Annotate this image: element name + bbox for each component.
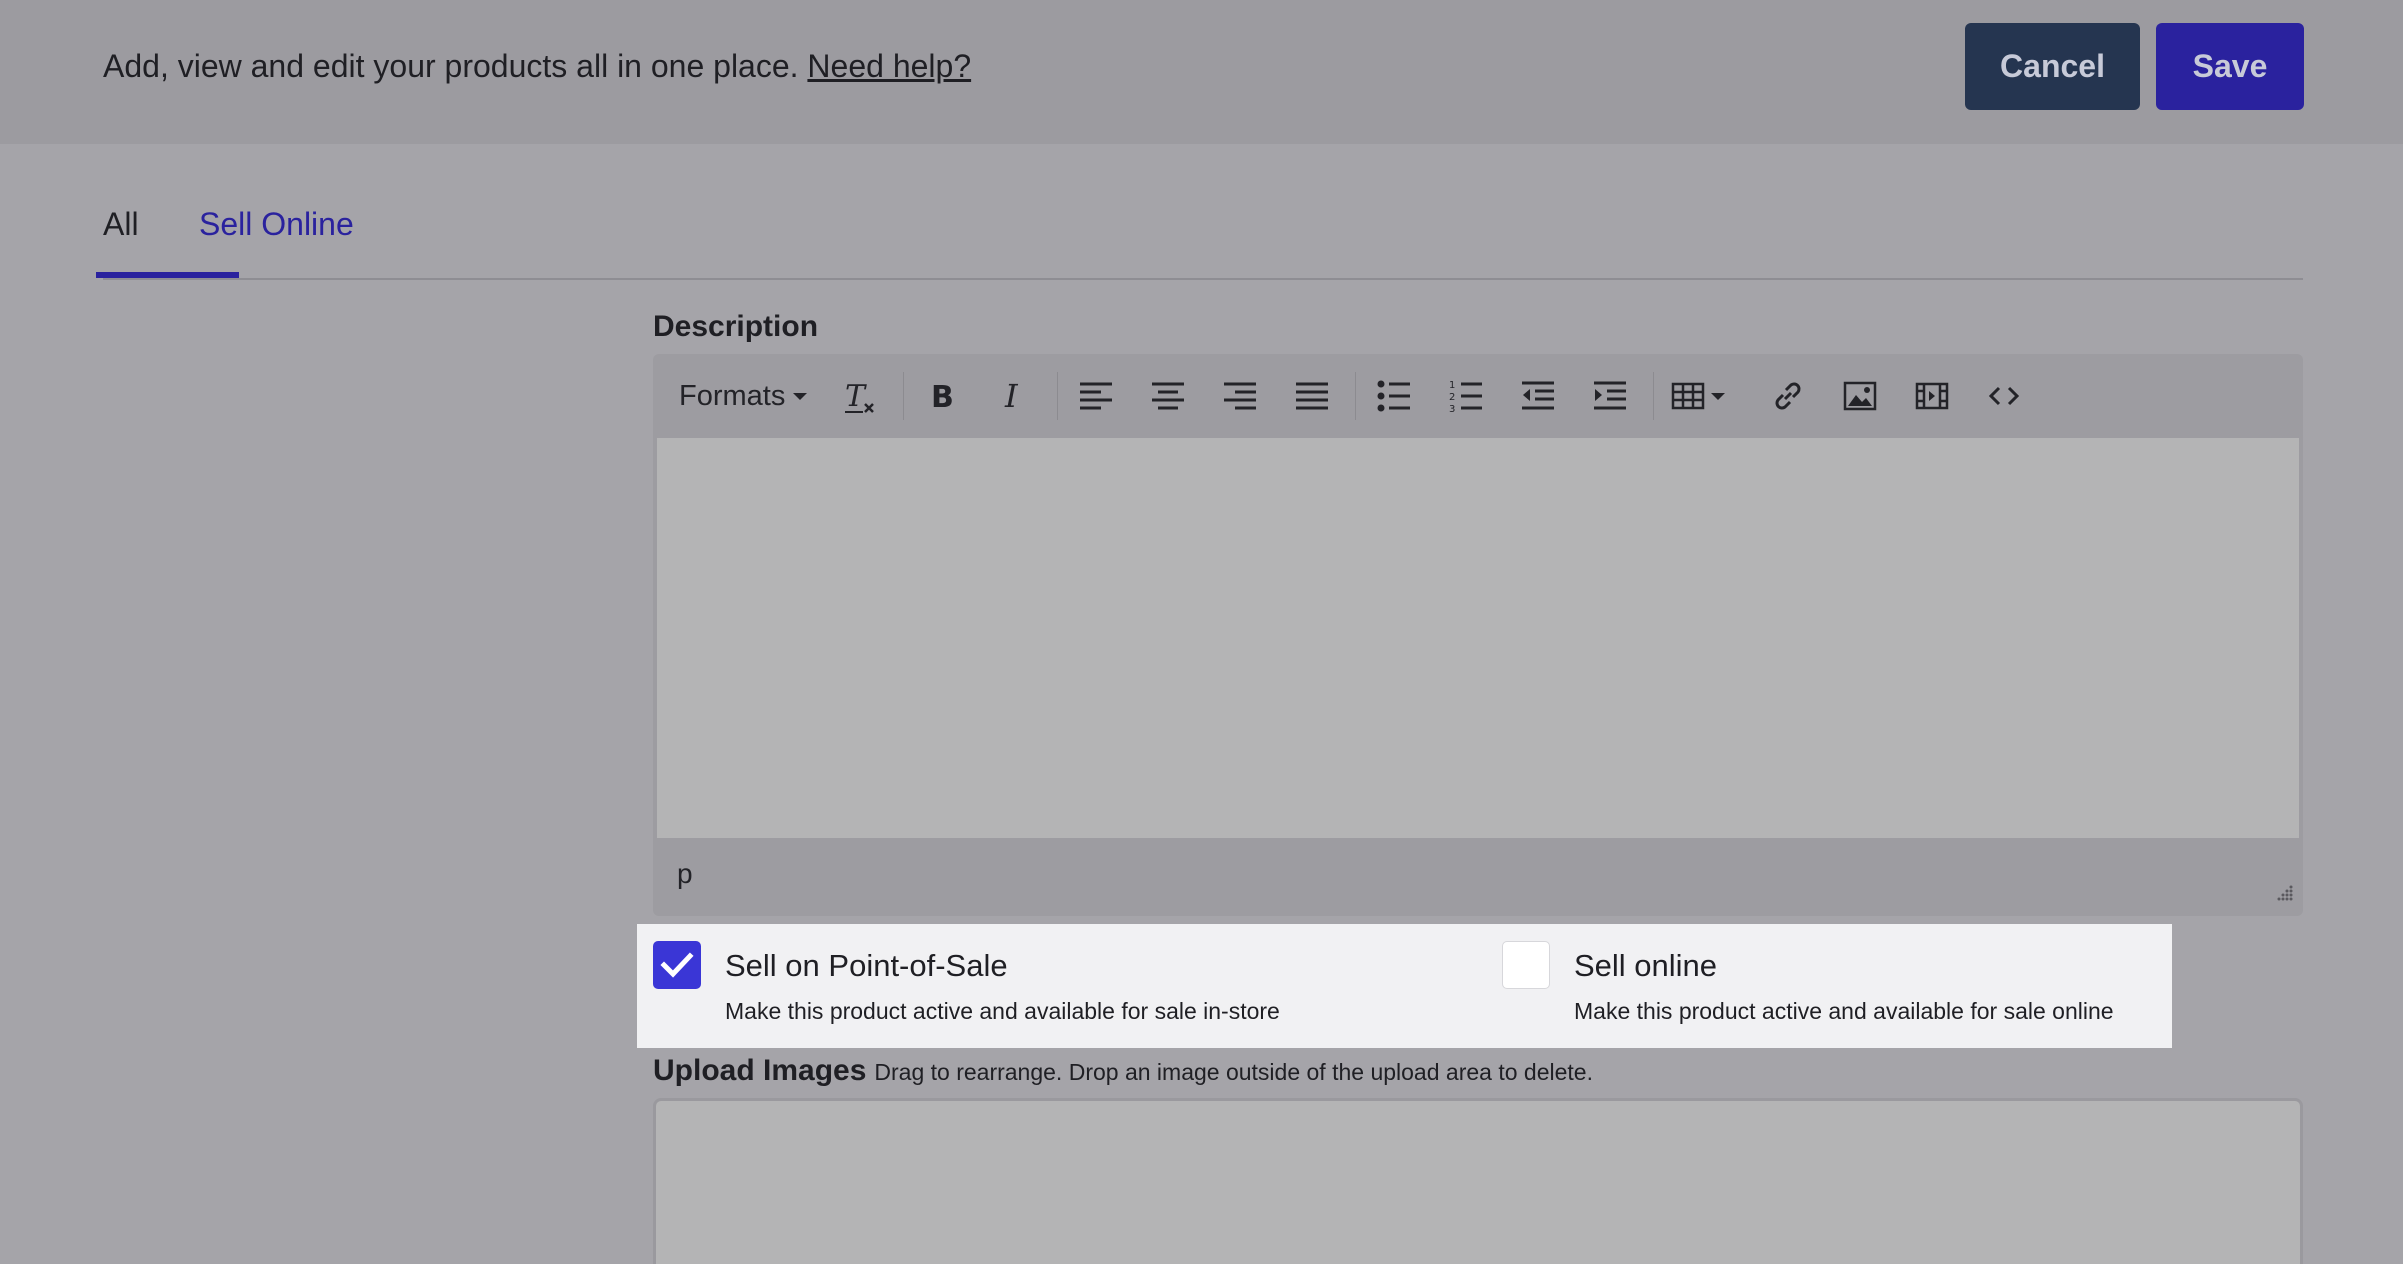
sell-pos-description: Make this product active and available f… — [725, 998, 1280, 1024]
svg-text:2: 2 — [1449, 392, 1455, 403]
clear-formatting-icon[interactable]: T — [837, 370, 883, 422]
intro-text: Add, view and edit your products all in … — [103, 48, 971, 85]
product-editor: All Sell Online Description Formats T B … — [0, 144, 2403, 1264]
bullet-list-icon[interactable] — [1371, 370, 1417, 422]
outdent-icon[interactable] — [1515, 370, 1561, 422]
sell-options-panel: Sell on Point-of-Sale Make this product … — [637, 924, 2172, 1048]
save-button[interactable]: Save — [2156, 23, 2304, 110]
upload-images-label: Upload Images — [653, 1054, 867, 1087]
checkmark-icon — [660, 952, 694, 978]
sell-online-title[interactable]: Sell online — [1574, 948, 1717, 984]
source-code-icon[interactable] — [1981, 370, 2027, 422]
top-bar: Add, view and edit your products all in … — [0, 0, 2403, 144]
description-label: Description — [653, 310, 819, 343]
italic-icon[interactable]: I — [991, 370, 1037, 422]
need-help-link[interactable]: Need help? — [807, 48, 971, 84]
align-left-icon[interactable] — [1073, 370, 1119, 422]
svg-text:T: T — [845, 379, 867, 414]
resize-handle-icon[interactable] — [2275, 883, 2293, 906]
align-center-icon[interactable] — [1145, 370, 1191, 422]
image-upload-dropzone[interactable] — [653, 1098, 2303, 1264]
numbered-list-icon[interactable]: 123 — [1443, 370, 1489, 422]
description-textarea[interactable] — [657, 438, 2299, 838]
align-justify-icon[interactable] — [1289, 370, 1335, 422]
media-icon[interactable] — [1909, 370, 1955, 422]
svg-text:B: B — [931, 380, 954, 414]
toolbar-divider — [903, 372, 904, 420]
bold-icon[interactable]: B — [919, 370, 965, 422]
svg-text:1: 1 — [1449, 380, 1455, 391]
editor-statusbar: p — [653, 838, 2303, 916]
sell-online-checkbox[interactable] — [1502, 941, 1550, 989]
intro-label: Add, view and edit your products all in … — [103, 48, 799, 84]
toolbar-divider — [1057, 372, 1058, 420]
toolbar-divider — [1355, 372, 1356, 420]
tab-all[interactable]: All — [103, 206, 139, 243]
sell-online-description: Make this product active and available f… — [1574, 998, 2114, 1024]
element-path[interactable]: p — [677, 858, 693, 890]
image-icon[interactable] — [1837, 370, 1883, 422]
indent-icon[interactable] — [1587, 370, 1633, 422]
tab-bar: All Sell Online — [103, 206, 2303, 280]
sell-pos-checkbox[interactable] — [653, 941, 701, 989]
toolbar-divider — [1653, 372, 1654, 420]
upload-images-heading: Upload Images Drag to rearrange. Drop an … — [653, 1054, 1593, 1088]
tab-sell-online[interactable]: Sell Online — [199, 206, 354, 243]
formats-dropdown[interactable]: Formats — [679, 370, 809, 422]
svg-text:3: 3 — [1449, 404, 1455, 413]
svg-text:I: I — [1004, 378, 1019, 414]
cancel-button[interactable]: Cancel — [1965, 23, 2140, 110]
table-icon[interactable] — [1669, 370, 1731, 422]
formats-label: Formats — [679, 379, 786, 412]
active-tab-indicator — [96, 272, 239, 278]
rich-text-editor: Formats T B I 1 2 3 p — [653, 354, 2303, 916]
chevron-down-icon — [793, 392, 808, 400]
editor-toolbar: Formats T B I 1 2 3 — [653, 354, 2303, 438]
align-right-icon[interactable] — [1217, 370, 1263, 422]
link-icon[interactable] — [1765, 370, 1811, 422]
upload-images-hint: Drag to rearrange. Drop an image outside… — [874, 1059, 1593, 1085]
sell-pos-title[interactable]: Sell on Point-of-Sale — [725, 948, 1008, 984]
